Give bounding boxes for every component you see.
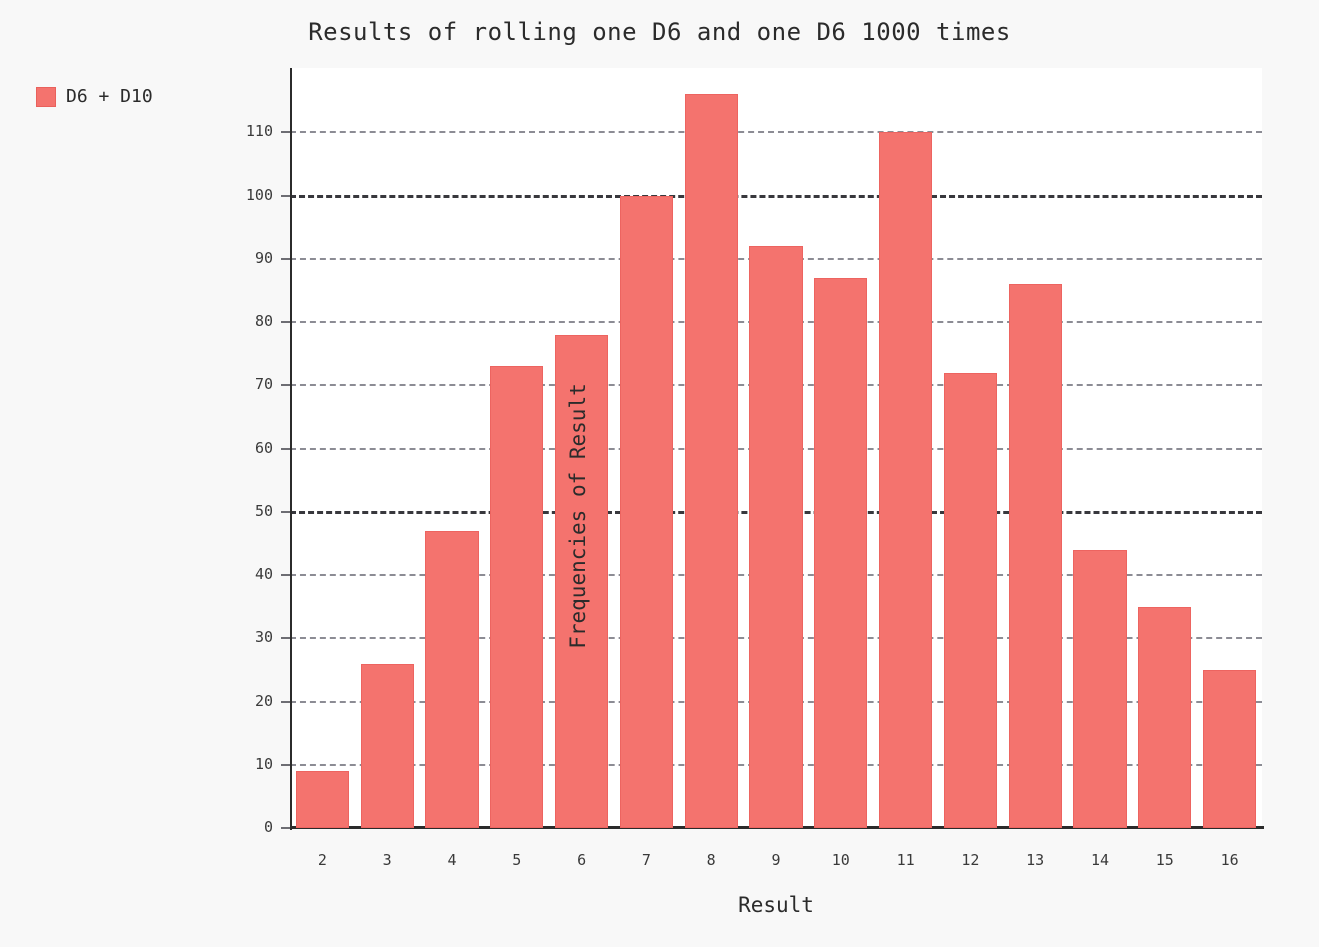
y-tick-label: 10 — [254, 754, 273, 773]
bar-12[interactable] — [943, 372, 997, 828]
x-tick-label: 13 — [1026, 851, 1045, 869]
bar-13[interactable] — [1008, 284, 1062, 828]
y-tick-label: 60 — [254, 438, 273, 457]
y-axis-title: Frequencies of Result — [566, 383, 590, 649]
y-tick-mark-70 — [281, 384, 290, 387]
x-tick-label: 4 — [447, 851, 457, 869]
bar-2[interactable] — [295, 771, 349, 828]
y-tick-label: 0 — [263, 818, 273, 836]
x-tick-label: 14 — [1090, 851, 1110, 869]
y-tick-label: 110 — [245, 122, 273, 141]
y-tick-mark-100 — [281, 194, 290, 197]
chart-legend: D6 + D10 — [36, 86, 153, 107]
x-tick-label: 8 — [706, 851, 716, 869]
bars-group — [290, 68, 1262, 828]
bar-chart: Results of rolling one D6 and one D6 100… — [0, 0, 1319, 947]
bar-11[interactable] — [879, 132, 933, 828]
x-tick-label: 7 — [641, 851, 651, 869]
bar-14[interactable] — [1073, 549, 1127, 828]
x-tick-label: 11 — [896, 851, 915, 869]
y-tick-mark-60 — [281, 447, 290, 450]
x-tick-label: 10 — [831, 851, 850, 869]
bar-10[interactable] — [814, 277, 868, 828]
chart-title: Results of rolling one D6 and one D6 100… — [308, 18, 1011, 46]
y-tick-mark-20 — [281, 700, 290, 703]
y-tick-mark-10 — [281, 763, 290, 766]
bar-5[interactable] — [490, 366, 544, 828]
x-tick-label: 3 — [382, 851, 392, 869]
x-tick-label: 12 — [961, 851, 980, 869]
y-tick-mark-30 — [281, 637, 290, 640]
y-tick-label: 100 — [245, 185, 273, 204]
bar-8[interactable] — [684, 94, 738, 828]
y-tick-mark-40 — [281, 574, 290, 576]
bar-15[interactable] — [1138, 606, 1192, 828]
y-tick-label: 50 — [254, 501, 273, 520]
x-tick-label: 15 — [1155, 851, 1174, 869]
y-tick-label: 70 — [254, 375, 273, 394]
legend-label-d6-d10: D6 + D10 — [66, 86, 153, 107]
x-tick-label: 5 — [512, 851, 522, 869]
x-tick-label: 9 — [771, 851, 781, 869]
y-tick-label: 80 — [254, 312, 273, 330]
y-tick-label: 40 — [254, 565, 273, 583]
y-tick-mark-50 — [281, 510, 290, 513]
legend-swatch-d6-d10 — [36, 86, 56, 107]
y-tick-label: 20 — [254, 691, 273, 710]
x-axis-title: Result — [738, 893, 814, 917]
x-tick-label: 2 — [317, 851, 327, 869]
bar-4[interactable] — [425, 530, 479, 828]
bar-9[interactable] — [749, 246, 803, 828]
y-tick-mark-90 — [281, 257, 290, 260]
y-tick-mark-80 — [281, 321, 290, 323]
y-tick-label: 30 — [254, 628, 273, 647]
y-tick-label: 90 — [254, 248, 273, 267]
bar-7[interactable] — [619, 195, 673, 828]
bar-16[interactable] — [1203, 669, 1257, 828]
y-tick-mark-0 — [281, 827, 290, 829]
y-axis-title-wrap: Frequencies of Result — [186, 68, 590, 828]
y-tick-mark-110 — [281, 131, 290, 134]
x-tick-label: 16 — [1220, 851, 1239, 869]
bar-3[interactable] — [360, 663, 414, 828]
